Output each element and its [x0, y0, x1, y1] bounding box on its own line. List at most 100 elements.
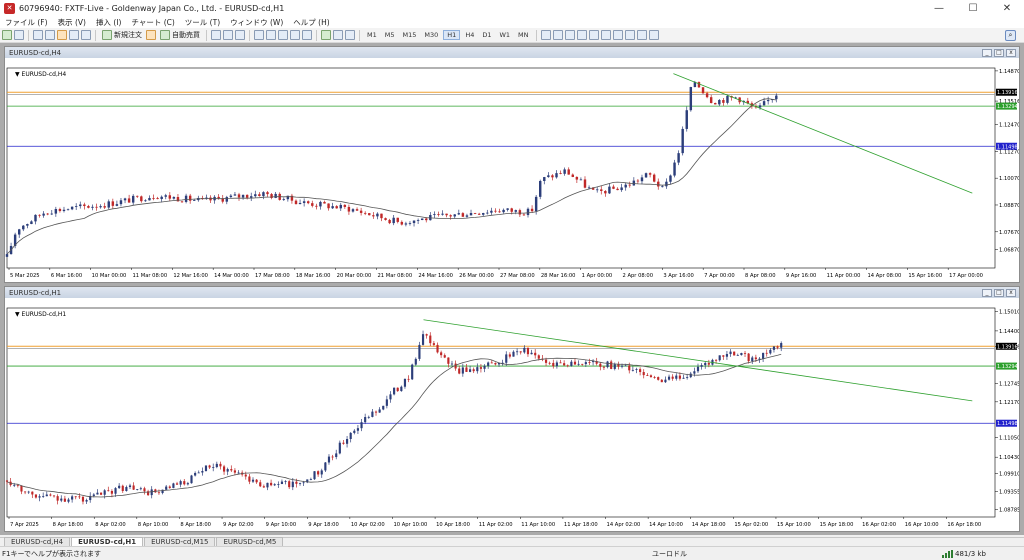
candle-body — [225, 197, 229, 202]
chart-minimize-button[interactable]: _ — [982, 48, 992, 57]
chart-window-h1[interactable]: EURUSD-cd,H1 _ □ x ▼ EURUSD-cd,H1 1.15010 1.… — [4, 286, 1020, 532]
timeframe-h4[interactable]: H4 — [462, 31, 477, 39]
tile-windows-icon[interactable] — [278, 30, 288, 40]
trendline-icon[interactable] — [588, 30, 599, 40]
menu-help[interactable]: ヘルプ (H) — [288, 17, 334, 28]
candle-body — [250, 196, 253, 198]
x-tick-label: 28 Mar 16:00 — [541, 273, 576, 279]
chart-maximize-button[interactable]: □ — [994, 288, 1004, 297]
candle-body — [208, 465, 211, 468]
price-chart-h1[interactable]: ▼ EURUSD-cd,H1 1.15010 1.14400 1.13916 1.127… — [5, 298, 1019, 531]
candle-body — [400, 386, 403, 392]
timeframe-m15[interactable]: M15 — [400, 31, 420, 39]
chart-minimize-button[interactable]: _ — [982, 288, 992, 297]
tab-eurusd-m15[interactable]: EURUSD-cd,M15 — [144, 537, 216, 546]
candle-body — [408, 223, 412, 224]
autoscroll-icon[interactable] — [290, 30, 300, 40]
search-icon[interactable]: ⌕ — [1005, 29, 1016, 41]
timeframe-w1[interactable]: W1 — [496, 31, 513, 39]
candle-body — [323, 201, 326, 204]
candle-body — [378, 409, 381, 413]
candle-body — [150, 489, 153, 496]
chart-window-h4[interactable]: EURUSD-cd,H4 _ □ x ▼ EURUSD-cd,H4 1.14870 1.… — [4, 46, 1020, 283]
timeframe-m5[interactable]: M5 — [382, 31, 398, 39]
auto-trading-button[interactable]: 自動売買 — [158, 30, 202, 40]
timeframe-d1[interactable]: D1 — [479, 31, 494, 39]
chart-window-title-bar: EURUSD-cd,H1 _ □ x — [5, 287, 1019, 298]
candlestick-icon[interactable] — [223, 30, 233, 40]
chart-maximize-button[interactable]: □ — [994, 48, 1004, 57]
profiles-icon[interactable] — [14, 30, 24, 40]
close-button[interactable]: ✕ — [990, 3, 1024, 14]
x-tick-label: 8 Apr 10:00 — [138, 522, 169, 528]
bar-chart-icon[interactable] — [211, 30, 221, 40]
y-tick-label: 1.07670 — [999, 230, 1019, 236]
arrows-icon[interactable] — [648, 30, 659, 40]
candle-body — [335, 206, 338, 209]
candle-body — [722, 355, 725, 357]
timeframe-mn[interactable]: MN — [515, 31, 531, 39]
strategy-tester-icon[interactable] — [81, 30, 91, 40]
tab-eurusd-h1[interactable]: EURUSD-cd,H1 — [71, 537, 144, 546]
candle-body — [718, 100, 721, 105]
market-watch-icon[interactable] — [33, 30, 43, 40]
fibonacci-icon[interactable] — [612, 30, 623, 40]
status-bar: F1キーでヘルプが表示されます ユーロドル 481/3 kb — [0, 546, 1024, 560]
candle-body — [461, 213, 465, 217]
label-icon[interactable] — [636, 30, 647, 40]
menu-insert[interactable]: 挿入 (I) — [91, 17, 126, 28]
menu-tools[interactable]: ツール (T) — [180, 17, 225, 28]
zoom-in-icon[interactable] — [254, 30, 264, 40]
chart-close-button[interactable]: x — [1006, 288, 1016, 297]
candle-body — [364, 417, 367, 423]
menu-view[interactable]: 表示 (V) — [53, 17, 91, 28]
timeframe-m30[interactable]: M30 — [421, 31, 441, 39]
candle-body — [389, 394, 392, 400]
text-icon[interactable] — [624, 30, 635, 40]
zoom-out-icon[interactable] — [266, 30, 276, 40]
price-tag-blue: 1.11498 — [997, 421, 1018, 427]
x-tick-label: 7 Apr 2025 — [10, 522, 39, 528]
new-order-button[interactable]: 新規注文 — [100, 30, 144, 40]
periods-icon[interactable] — [333, 30, 343, 40]
maximize-button[interactable]: ☐ — [956, 3, 990, 14]
chart-shift-icon[interactable] — [302, 30, 312, 40]
candle-body — [514, 210, 518, 212]
cursor-icon[interactable] — [540, 30, 551, 40]
metaeditor-icon[interactable] — [146, 30, 156, 40]
candle-body — [254, 194, 257, 197]
candle-body — [632, 180, 636, 186]
candle-body — [347, 206, 351, 212]
candle-body — [342, 442, 345, 444]
x-tick-label: 11 Apr 02:00 — [479, 522, 513, 528]
indicators-icon[interactable] — [321, 30, 331, 40]
minimize-button[interactable]: — — [922, 3, 956, 14]
tab-eurusd-h4[interactable]: EURUSD-cd,H4 — [4, 537, 71, 546]
menu-window[interactable]: ウィンドウ (W) — [225, 17, 288, 28]
timeframe-m1[interactable]: M1 — [364, 31, 380, 39]
candle-body — [472, 369, 475, 372]
menu-file[interactable]: ファイル (F) — [0, 17, 53, 28]
menu-chart[interactable]: チャート (C) — [126, 17, 179, 28]
candle-body — [144, 200, 147, 202]
chart-close-button[interactable]: x — [1006, 48, 1016, 57]
candle-body — [689, 373, 692, 378]
candle-body — [762, 352, 765, 359]
vertical-line-icon[interactable] — [564, 30, 575, 40]
equidistant-channel-icon[interactable] — [600, 30, 611, 40]
horizontal-line-icon[interactable] — [576, 30, 587, 40]
new-chart-icon[interactable] — [2, 30, 12, 40]
crosshair-icon[interactable] — [552, 30, 563, 40]
timeframe-h1[interactable]: H1 — [443, 30, 461, 40]
candle-body — [617, 364, 620, 367]
templates-icon[interactable] — [345, 30, 355, 40]
candle-body — [530, 352, 533, 355]
price-chart-h4[interactable]: ▼ EURUSD-cd,H4 1.148701.135161.124701.112… — [5, 58, 1019, 282]
tab-eurusd-m5[interactable]: EURUSD-cd,M5 — [216, 537, 284, 546]
data-window-icon[interactable] — [45, 30, 55, 40]
x-tick-label: 14 Mar 00:00 — [214, 273, 249, 279]
candle-body — [432, 343, 435, 345]
navigator-icon[interactable] — [57, 30, 67, 40]
line-chart-icon[interactable] — [235, 30, 245, 40]
terminal-icon[interactable] — [69, 30, 79, 40]
